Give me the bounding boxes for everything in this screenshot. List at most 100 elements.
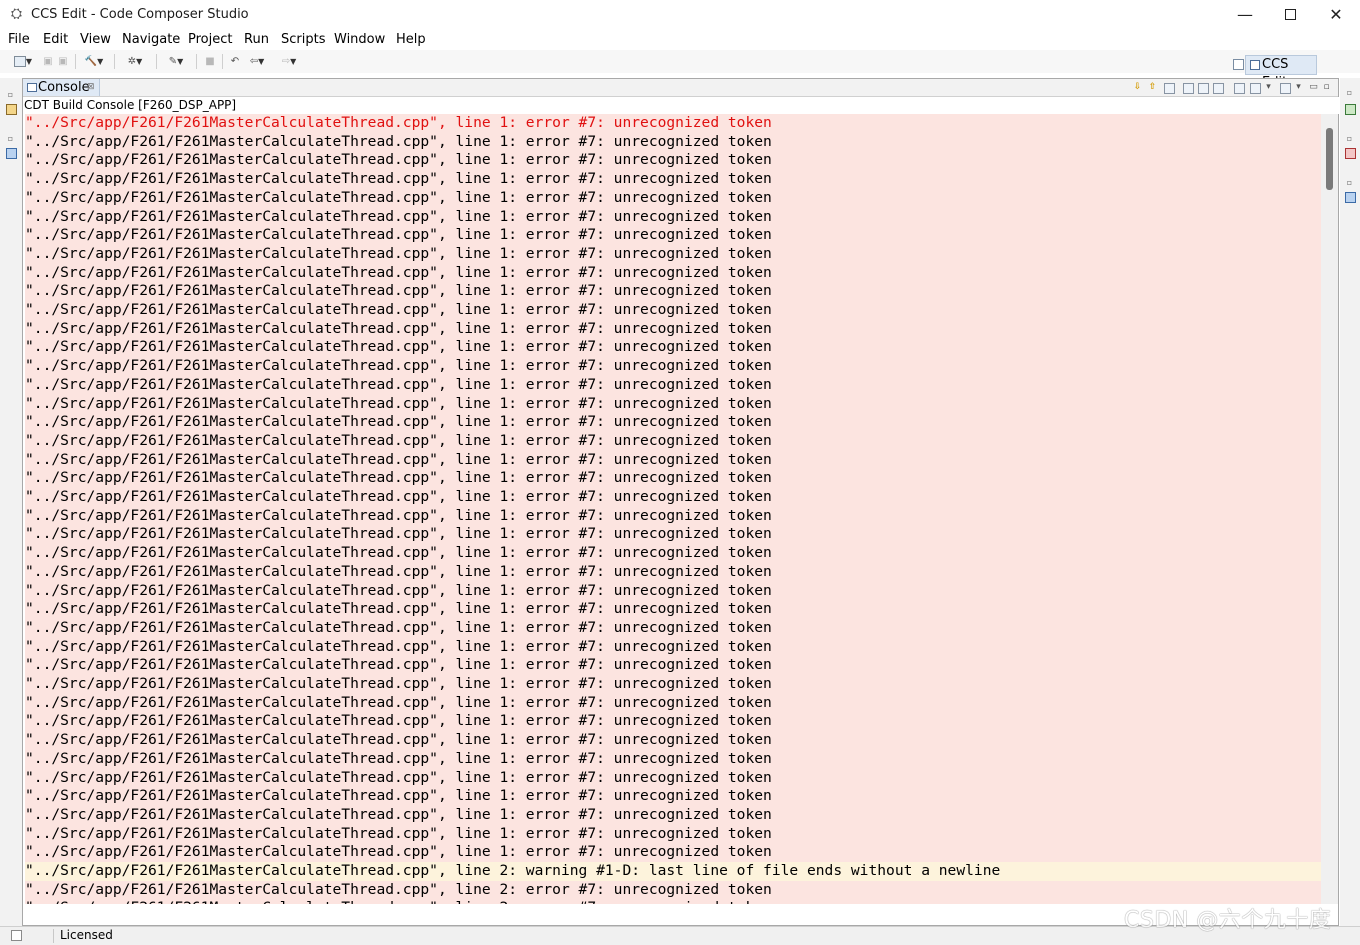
perspective-ccs-edit[interactable]: CCS Edit bbox=[1245, 55, 1317, 90]
console-line: "../Src/app/F261/F261MasterCalculateThre… bbox=[25, 394, 772, 412]
console-line: "../Src/app/F261/F261MasterCalculateThre… bbox=[25, 469, 772, 487]
build-icon[interactable]: 🔨▼ bbox=[82, 55, 106, 68]
maximize-icon bbox=[1284, 8, 1296, 20]
console-line: "../Src/app/F261/F261MasterCalculateThre… bbox=[25, 431, 772, 449]
console-line: "../Src/app/F261/F261MasterCalculateThre… bbox=[25, 506, 772, 524]
console-line: "../Src/app/F261/F261MasterCalculateThre… bbox=[25, 525, 772, 543]
previous-error-icon[interactable]: ⇧ bbox=[1147, 82, 1158, 93]
menu-navigate[interactable]: Navigate bbox=[122, 32, 180, 48]
menu-file[interactable]: File bbox=[8, 32, 30, 48]
close-button[interactable]: ✕ bbox=[1313, 0, 1359, 30]
console-line: "../Src/app/F261/F261MasterCalculateThre… bbox=[25, 151, 772, 169]
console-line: "../Src/app/F261/F261MasterCalculateThre… bbox=[25, 787, 772, 805]
restore-right-icon[interactable]: ▫ bbox=[1344, 88, 1355, 98]
title-bar: ⛭ CCS Edit - Code Composer Studio — ✕ bbox=[0, 0, 1360, 30]
console-line: "../Src/app/F261/F261MasterCalculateThre… bbox=[25, 600, 772, 618]
minimize-button[interactable]: — bbox=[1222, 0, 1268, 30]
restore-right-icon-3[interactable]: ▫ bbox=[1344, 178, 1355, 188]
restore-icon-2[interactable]: ▫ bbox=[5, 134, 16, 144]
terminate-icon[interactable]: ■ bbox=[204, 55, 216, 68]
clear-console-icon[interactable] bbox=[1183, 83, 1194, 94]
pin-console-icon[interactable] bbox=[1234, 83, 1245, 94]
console-line: "../Src/app/F261/F261MasterCalculateThre… bbox=[25, 693, 772, 711]
console-line: "../Src/app/F261/F261MasterCalculateThre… bbox=[25, 282, 772, 300]
open-dropdown-icon[interactable]: ▾ bbox=[1293, 82, 1304, 93]
menu-project[interactable]: Project bbox=[188, 32, 232, 48]
console-line: "../Src/app/F261/F261MasterCalculateThre… bbox=[25, 712, 772, 730]
window-title: CCS Edit - Code Composer Studio bbox=[31, 7, 249, 22]
console-line: "../Src/app/F261/F261MasterCalculateThre… bbox=[25, 132, 772, 150]
console-line: "../Src/app/F261/F261MasterCalculateThre… bbox=[25, 880, 772, 898]
menu-view[interactable]: View bbox=[80, 32, 111, 48]
restore-right-icon-2[interactable]: ▫ bbox=[1344, 134, 1355, 144]
console-line: "../Src/app/F261/F261MasterCalculateThre… bbox=[25, 805, 772, 823]
console-line: "../Src/app/F261/F261MasterCalculateThre… bbox=[25, 862, 1321, 881]
copy-console-icon[interactable] bbox=[1213, 83, 1224, 94]
console-line: "../Src/app/F261/F261MasterCalculateThre… bbox=[25, 749, 772, 767]
problems-icon[interactable] bbox=[1345, 104, 1356, 115]
console-line: "../Src/app/F261/F261MasterCalculateThre… bbox=[25, 675, 772, 692]
menu-edit[interactable]: Edit bbox=[43, 32, 68, 48]
menu-window[interactable]: Window bbox=[334, 32, 385, 48]
console-line: "../Src/app/F261/F261MasterCalculateThre… bbox=[25, 375, 772, 393]
console-line: "../Src/app/F261/F261MasterCalculateThre… bbox=[25, 843, 772, 861]
watermark: CSDN @六个九十度 bbox=[1124, 908, 1332, 933]
open-perspective-icon[interactable] bbox=[1233, 59, 1244, 70]
minimize-view-icon[interactable]: ▭ bbox=[1308, 82, 1319, 93]
maximize-button[interactable] bbox=[1267, 0, 1313, 30]
next-error-icon[interactable]: ⇩ bbox=[1132, 82, 1143, 93]
advice-icon[interactable] bbox=[1345, 148, 1356, 159]
console-tab-label: Console bbox=[38, 80, 90, 95]
console-line: "../Src/app/F261/F261MasterCalculateThre… bbox=[25, 301, 772, 318]
console-line: "../Src/app/F261/F261MasterCalculateThre… bbox=[25, 768, 772, 786]
close-tab-icon[interactable]: ⊠ bbox=[87, 79, 95, 96]
open-console-icon[interactable] bbox=[1280, 83, 1291, 94]
show-console-icon[interactable] bbox=[1164, 83, 1175, 94]
new-icon[interactable]: ▼ bbox=[12, 55, 34, 68]
console-line: "../Src/app/F261/F261MasterCalculateThre… bbox=[25, 338, 772, 356]
console-line: "../Src/app/F261/F261MasterCalculateThre… bbox=[25, 319, 772, 337]
console-line: "../Src/app/F261/F261MasterCalculateThre… bbox=[25, 450, 772, 468]
save-all-icon[interactable]: ▣ bbox=[57, 55, 69, 68]
last-edit-icon[interactable]: ↶ bbox=[228, 55, 242, 68]
right-trim-stack: ▫ ▫ ▫ bbox=[1340, 78, 1360, 926]
forward-icon[interactable]: ⇨▼ bbox=[276, 55, 302, 68]
console-line: "../Src/app/F261/F261MasterCalculateThre… bbox=[25, 413, 772, 431]
debug-icon[interactable]: ✲▼ bbox=[122, 55, 148, 68]
vertical-scrollbar[interactable] bbox=[1321, 114, 1338, 904]
fast-view-icon[interactable] bbox=[11, 930, 22, 941]
console-line: "../Src/app/F261/F261MasterCalculateThre… bbox=[25, 207, 772, 225]
menu-run[interactable]: Run bbox=[244, 32, 269, 48]
outline-right-icon[interactable] bbox=[1345, 192, 1356, 203]
menu-bar: File Edit View Navigate Project Run Scri… bbox=[0, 30, 1360, 50]
console-line: "../Src/app/F261/F261MasterCalculateThre… bbox=[25, 562, 772, 580]
left-trim-stack: ▫ ▫ bbox=[0, 78, 22, 926]
flash-icon[interactable]: ✎▼ bbox=[164, 55, 188, 68]
scroll-thumb[interactable] bbox=[1326, 128, 1333, 190]
console-header: CDT Build Console [F260_DSP_APP] bbox=[23, 97, 1339, 114]
console-line: "../Src/app/F261/F261MasterCalculateThre… bbox=[25, 357, 772, 375]
project-explorer-icon[interactable] bbox=[6, 104, 17, 115]
console-line: "../Src/app/F261/F261MasterCalculateThre… bbox=[25, 170, 772, 188]
outline-icon[interactable] bbox=[6, 148, 17, 159]
restore-icon[interactable]: ▫ bbox=[5, 90, 16, 100]
display-console-icon[interactable] bbox=[1250, 83, 1261, 94]
maximize-view-icon[interactable]: ▫ bbox=[1321, 82, 1332, 93]
console-line: "../Src/app/F261/F261MasterCalculateThre… bbox=[25, 544, 772, 562]
console-icon bbox=[27, 83, 37, 92]
scroll-lock-icon[interactable] bbox=[1198, 83, 1209, 94]
save-icon[interactable]: ▣ bbox=[42, 55, 54, 68]
ccs-app-icon: ⛭ bbox=[10, 6, 23, 22]
console-line: "../Src/app/F261/F261MasterCalculateThre… bbox=[25, 244, 772, 262]
menu-help[interactable]: Help bbox=[396, 32, 426, 48]
display-dropdown-icon[interactable]: ▾ bbox=[1263, 82, 1274, 93]
menu-scripts[interactable]: Scripts bbox=[281, 32, 325, 48]
back-icon[interactable]: ⇦▼ bbox=[244, 55, 270, 68]
console-line: "../Src/app/F261/F261MasterCalculateThre… bbox=[25, 581, 772, 599]
console-output[interactable]: "../Src/app/F261/F261MasterCalculateThre… bbox=[25, 114, 1321, 904]
console-line: "../Src/app/F261/F261MasterCalculateThre… bbox=[25, 263, 772, 281]
tab-console[interactable]: Console ⊠ bbox=[23, 79, 100, 96]
console-line: "../Src/app/F261/F261MasterCalculateThre… bbox=[25, 656, 772, 674]
main-toolbar: ▼ ▣ ▣ 🔨▼ ✲▼ ✎▼ ■ ↶ ⇦▼ ⇨▼ bbox=[0, 50, 1360, 73]
console-line: "../Src/app/F261/F261MasterCalculateThre… bbox=[25, 824, 772, 842]
